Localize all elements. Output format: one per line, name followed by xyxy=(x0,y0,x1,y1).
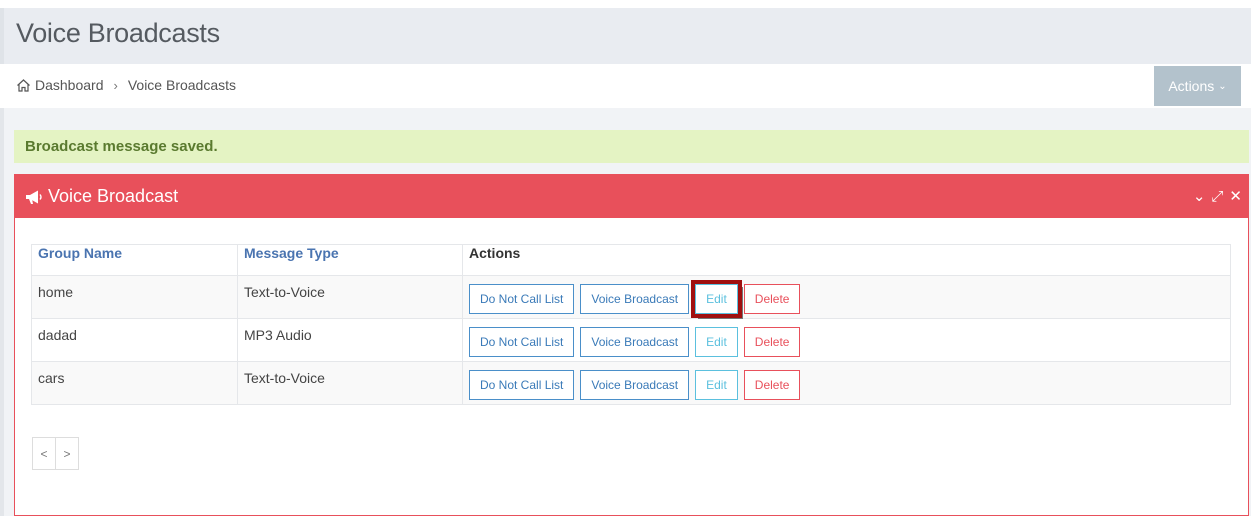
voice-broadcast-button[interactable]: Voice Broadcast xyxy=(580,284,690,314)
home-icon[interactable] xyxy=(16,78,31,93)
edit-button[interactable]: Edit xyxy=(695,327,738,357)
actions-cell: Do Not Call List Voice Broadcast Edit Delet… xyxy=(462,275,1231,319)
column-header-message-type[interactable]: Message Type xyxy=(237,244,463,276)
edit-button[interactable]: Edit xyxy=(695,370,738,400)
chevron-down-icon: ⌄ xyxy=(1218,80,1227,92)
actions-label: Actions xyxy=(1168,78,1215,94)
panel-title-text: Voice Broadcast xyxy=(48,186,179,206)
table-row: cars Text-to-Voice Do Not Call List Voice… xyxy=(31,361,1231,405)
pagination-next-button[interactable]: > xyxy=(55,438,78,469)
table-header-row: Group Name Message Type Actions xyxy=(31,244,1231,276)
do-not-call-list-button[interactable]: Do Not Call List xyxy=(469,370,575,400)
close-icon[interactable]: ✕ xyxy=(1229,187,1242,205)
edit-button[interactable]: Edit xyxy=(695,284,738,314)
column-header-actions: Actions xyxy=(462,244,1231,276)
voice-broadcast-panel: Voice Broadcast ⌄ ⤢ ✕ Group Name Message… xyxy=(14,174,1249,516)
message-type-cell: MP3 Audio xyxy=(237,318,463,362)
breadcrumb: Dashboard › Voice Broadcasts xyxy=(16,77,236,93)
actions-cell: Do Not Call List Voice Broadcast Edit Delet… xyxy=(462,361,1231,405)
table-row: home Text-to-Voice Do Not Call List Voice… xyxy=(31,275,1231,319)
group-name-cell: home xyxy=(31,275,238,319)
column-header-group-name[interactable]: Group Name xyxy=(31,244,238,276)
delete-button[interactable]: Delete xyxy=(743,327,801,357)
success-alert: Broadcast message saved. xyxy=(14,130,1249,163)
delete-button[interactable]: Delete xyxy=(743,370,801,400)
message-type-cell: Text-to-Voice xyxy=(237,275,463,319)
actions-dropdown-button[interactable]: Actions ⌄ xyxy=(1154,66,1241,106)
panel-heading: Voice Broadcast ⌄ ⤢ ✕ xyxy=(15,175,1248,218)
actions-cell: Do Not Call List Voice Broadcast Edit Delet… xyxy=(462,318,1231,362)
breadcrumb-bar: Dashboard › Voice Broadcasts xyxy=(0,64,1251,108)
page-title-bar: Voice Broadcasts xyxy=(0,8,1251,64)
expand-icon[interactable]: ⤢ xyxy=(1211,188,1223,205)
do-not-call-list-button[interactable]: Do Not Call List xyxy=(469,327,575,357)
collapse-icon[interactable]: ⌄ xyxy=(1193,187,1206,205)
broadcast-table: Group Name Message Type Actions home Tex… xyxy=(31,244,1231,405)
panel-title: Voice Broadcast xyxy=(25,186,178,207)
voice-broadcast-button[interactable]: Voice Broadcast xyxy=(580,370,690,400)
pagination: < > xyxy=(32,437,79,470)
breadcrumb-dashboard-link[interactable]: Dashboard xyxy=(35,77,104,93)
edit-wrap: Edit xyxy=(695,327,738,357)
message-type-cell: Text-to-Voice xyxy=(237,361,463,405)
group-name-cell: cars xyxy=(31,361,238,405)
edit-wrap: Edit xyxy=(695,370,738,400)
edit-highlight: Edit xyxy=(691,280,742,318)
group-name-cell: dadad xyxy=(31,318,238,362)
pagination-prev-button[interactable]: < xyxy=(33,438,55,469)
do-not-call-list-button[interactable]: Do Not Call List xyxy=(469,284,575,314)
megaphone-icon xyxy=(25,189,43,205)
voice-broadcast-button[interactable]: Voice Broadcast xyxy=(580,327,690,357)
delete-button[interactable]: Delete xyxy=(743,284,801,314)
breadcrumb-current: Voice Broadcasts xyxy=(127,77,237,93)
breadcrumb-separator: › xyxy=(113,77,118,93)
table-row: dadad MP3 Audio Do Not Call List Voice Br… xyxy=(31,318,1231,362)
panel-tools: ⌄ ⤢ ✕ xyxy=(1193,187,1242,206)
page-title: Voice Broadcasts xyxy=(16,18,220,48)
